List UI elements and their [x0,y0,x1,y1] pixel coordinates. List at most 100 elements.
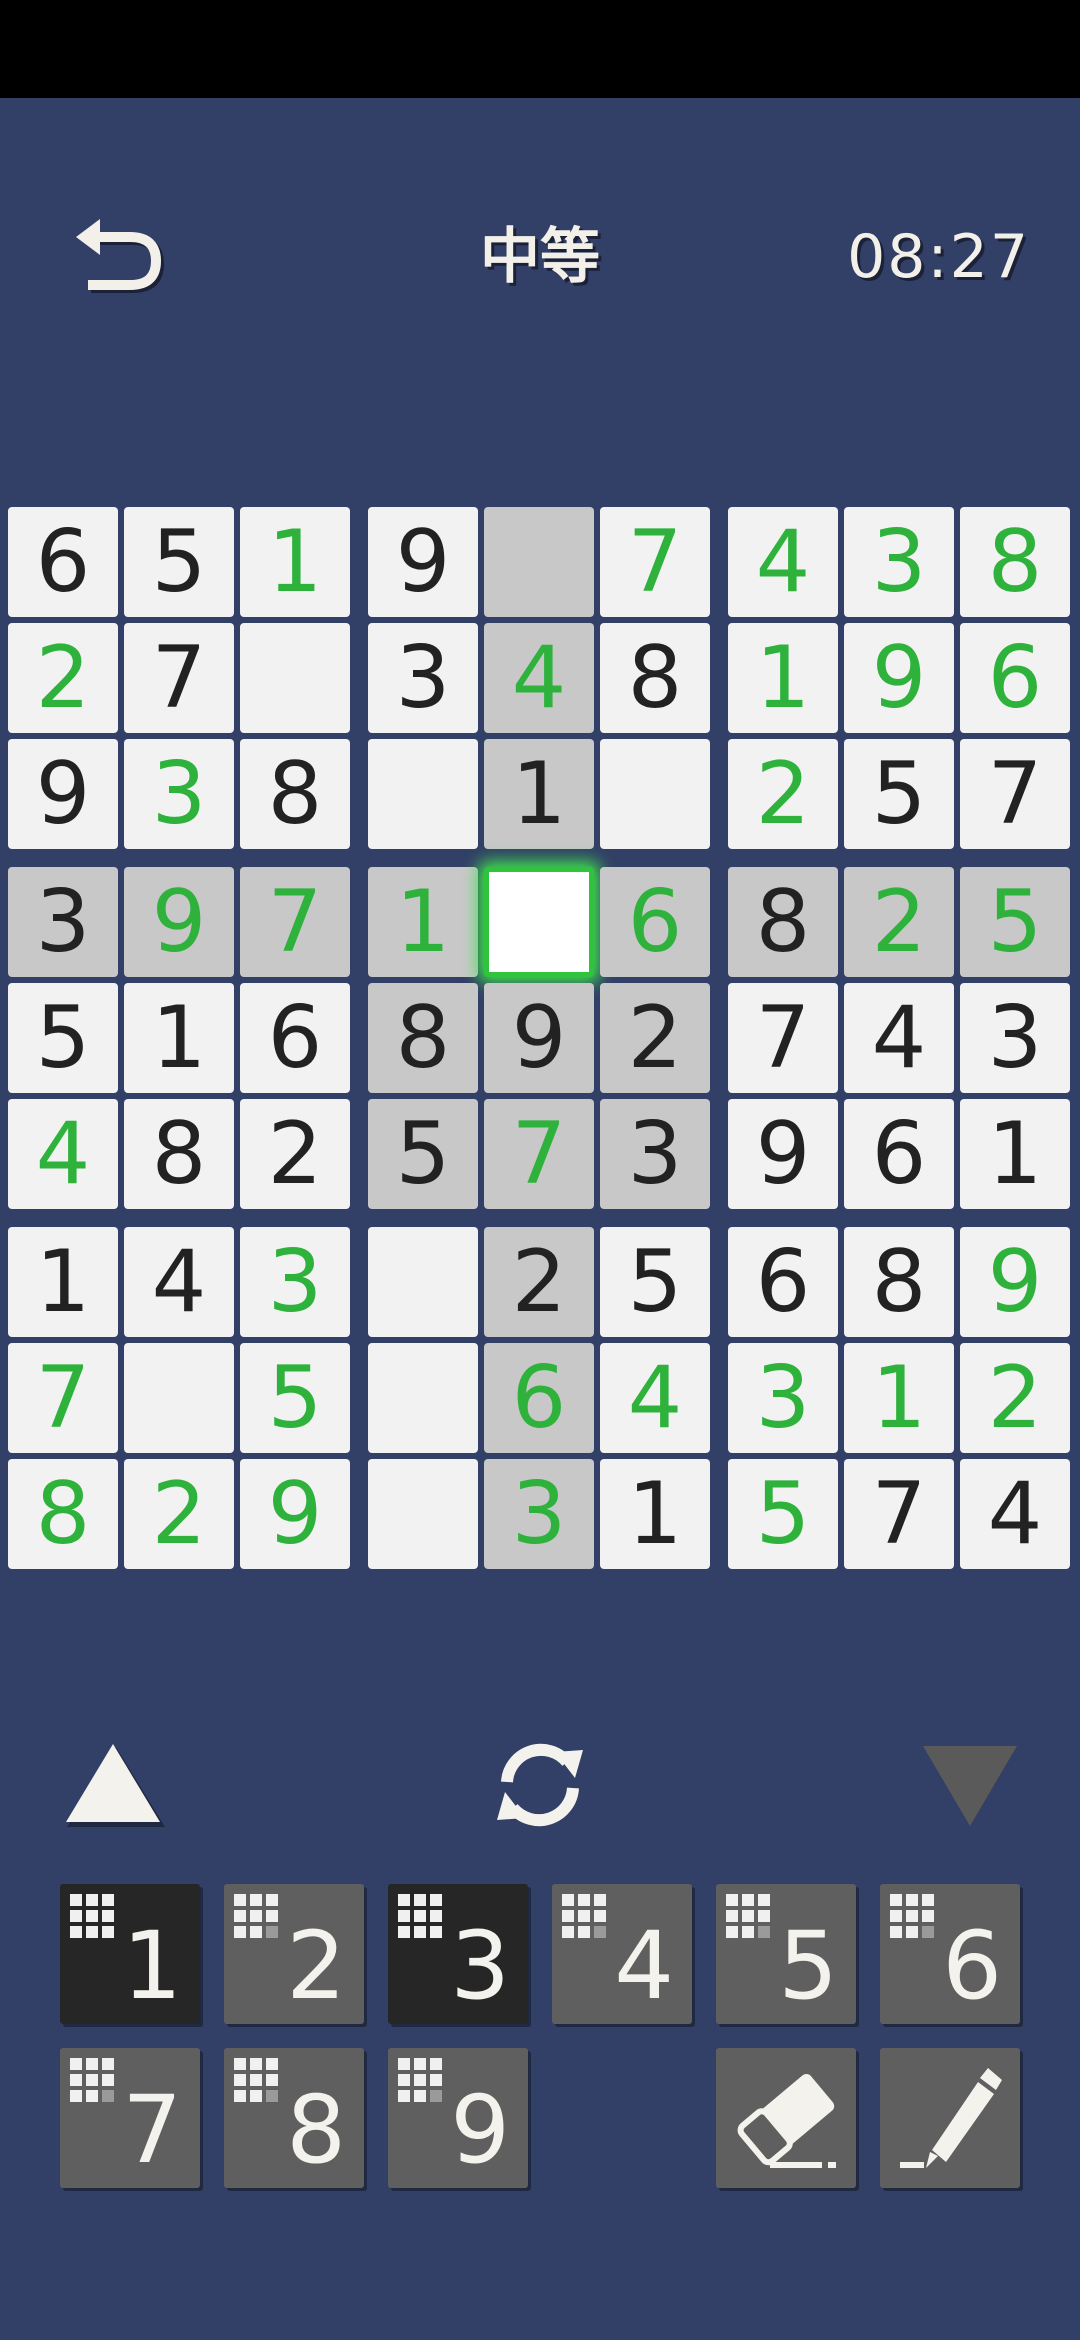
number-key-3[interactable]: 3 [388,1884,528,2024]
cell-r4-c9[interactable]: 5 [960,867,1070,977]
cell-r7-c1[interactable]: 1 [8,1227,118,1337]
cell-r3-c7[interactable]: 2 [728,739,838,849]
cell-r2-c8[interactable]: 9 [844,623,954,733]
cell-r7-c9[interactable]: 9 [960,1227,1070,1337]
cell-r1-c7[interactable]: 4 [728,507,838,617]
cell-r6-c3[interactable]: 2 [240,1099,350,1209]
cell-r4-c3[interactable]: 7 [240,867,350,977]
number-key-label: 8 [286,2076,346,2185]
cell-r6-c8[interactable]: 6 [844,1099,954,1209]
cell-r2-c9[interactable]: 6 [960,623,1070,733]
cell-r6-c1[interactable]: 4 [8,1099,118,1209]
cell-r7-c4[interactable] [368,1227,478,1337]
cell-r9-c3[interactable]: 9 [240,1459,350,1569]
cell-r6-c5[interactable]: 7 [484,1099,594,1209]
cell-r5-c5[interactable]: 9 [484,983,594,1093]
cell-r5-c1[interactable]: 5 [8,983,118,1093]
number-key-7[interactable]: 7 [60,2048,200,2188]
cell-r9-c6[interactable]: 1 [600,1459,710,1569]
cell-r5-c3[interactable]: 6 [240,983,350,1093]
cell-r4-c5[interactable] [484,867,594,977]
number-key-8[interactable]: 8 [224,2048,364,2188]
number-key-6[interactable]: 6 [880,1884,1020,2024]
cell-r5-c8[interactable]: 4 [844,983,954,1093]
cell-r8-c3[interactable]: 5 [240,1343,350,1453]
cell-r4-c1[interactable]: 3 [8,867,118,977]
cell-r7-c7[interactable]: 6 [728,1227,838,1337]
prev-button[interactable] [58,1730,168,1840]
cell-r8-c6[interactable]: 4 [600,1343,710,1453]
cell-r6-c9[interactable]: 1 [960,1099,1070,1209]
progress-grid-icon [398,2058,446,2106]
cell-r3-c6[interactable] [600,739,710,849]
cell-r4-c6[interactable]: 6 [600,867,710,977]
cell-r2-c7[interactable]: 1 [728,623,838,733]
cell-r2-c5[interactable]: 4 [484,623,594,733]
cell-r9-c8[interactable]: 7 [844,1459,954,1569]
cell-r9-c2[interactable]: 2 [124,1459,234,1569]
cell-r5-c9[interactable]: 3 [960,983,1070,1093]
cell-r9-c7[interactable]: 5 [728,1459,838,1569]
cell-r1-c8[interactable]: 3 [844,507,954,617]
cell-r8-c2[interactable] [124,1343,234,1453]
cell-r3-c3[interactable]: 8 [240,739,350,849]
cell-r4-c8[interactable]: 2 [844,867,954,977]
cell-r6-c2[interactable]: 8 [124,1099,234,1209]
cell-r9-c5[interactable]: 3 [484,1459,594,1569]
cell-r3-c8[interactable]: 5 [844,739,954,849]
cell-r1-c2[interactable]: 5 [124,507,234,617]
number-key-4[interactable]: 4 [552,1884,692,2024]
pencil-button[interactable] [880,2048,1020,2188]
cell-r8-c7[interactable]: 3 [728,1343,838,1453]
cell-r5-c7[interactable]: 7 [728,983,838,1093]
cell-r2-c3[interactable] [240,623,350,733]
cell-r3-c9[interactable]: 7 [960,739,1070,849]
cell-r2-c1[interactable]: 2 [8,623,118,733]
cell-r1-c9[interactable]: 8 [960,507,1070,617]
cell-r6-c4[interactable]: 5 [368,1099,478,1209]
number-key-2[interactable]: 2 [224,1884,364,2024]
cell-r1-c6[interactable]: 7 [600,507,710,617]
cell-r6-c6[interactable]: 3 [600,1099,710,1209]
cell-r8-c1[interactable]: 7 [8,1343,118,1453]
cell-r7-c5[interactable]: 2 [484,1227,594,1337]
next-button[interactable] [915,1730,1025,1840]
number-key-9[interactable]: 9 [388,2048,528,2188]
swap-button[interactable] [485,1730,595,1840]
back-button[interactable] [70,215,170,305]
cell-r2-c4[interactable]: 3 [368,623,478,733]
cell-r1-c1[interactable]: 6 [8,507,118,617]
cell-r7-c8[interactable]: 8 [844,1227,954,1337]
cell-r3-c4[interactable] [368,739,478,849]
cell-r5-c2[interactable]: 1 [124,983,234,1093]
cell-r7-c6[interactable]: 5 [600,1227,710,1337]
cell-r8-c8[interactable]: 1 [844,1343,954,1453]
cell-r1-c5[interactable] [484,507,594,617]
eraser-button[interactable] [716,2048,856,2188]
number-key-1[interactable]: 1 [60,1884,200,2024]
number-key-label: 2 [286,1912,346,2021]
cell-r4-c2[interactable]: 9 [124,867,234,977]
cell-r2-c6[interactable]: 8 [600,623,710,733]
cell-r8-c9[interactable]: 2 [960,1343,1070,1453]
cell-r4-c4[interactable]: 1 [368,867,478,977]
cell-r2-c2[interactable]: 7 [124,623,234,733]
cell-r8-c5[interactable]: 6 [484,1343,594,1453]
cell-r3-c1[interactable]: 9 [8,739,118,849]
cell-r9-c9[interactable]: 4 [960,1459,1070,1569]
cell-r3-c5[interactable]: 1 [484,739,594,849]
cell-r7-c2[interactable]: 4 [124,1227,234,1337]
cell-r1-c4[interactable]: 9 [368,507,478,617]
cell-r8-c4[interactable] [368,1343,478,1453]
cell-r5-c6[interactable]: 2 [600,983,710,1093]
cell-r4-c7[interactable]: 8 [728,867,838,977]
cell-r1-c3[interactable]: 1 [240,507,350,617]
cell-r7-c3[interactable]: 3 [240,1227,350,1337]
undo-arrow-icon [76,219,165,293]
cell-r6-c7[interactable]: 9 [728,1099,838,1209]
cell-r9-c4[interactable] [368,1459,478,1569]
number-key-5[interactable]: 5 [716,1884,856,2024]
cell-r9-c1[interactable]: 8 [8,1459,118,1569]
cell-r3-c2[interactable]: 3 [124,739,234,849]
cell-r5-c4[interactable]: 8 [368,983,478,1093]
